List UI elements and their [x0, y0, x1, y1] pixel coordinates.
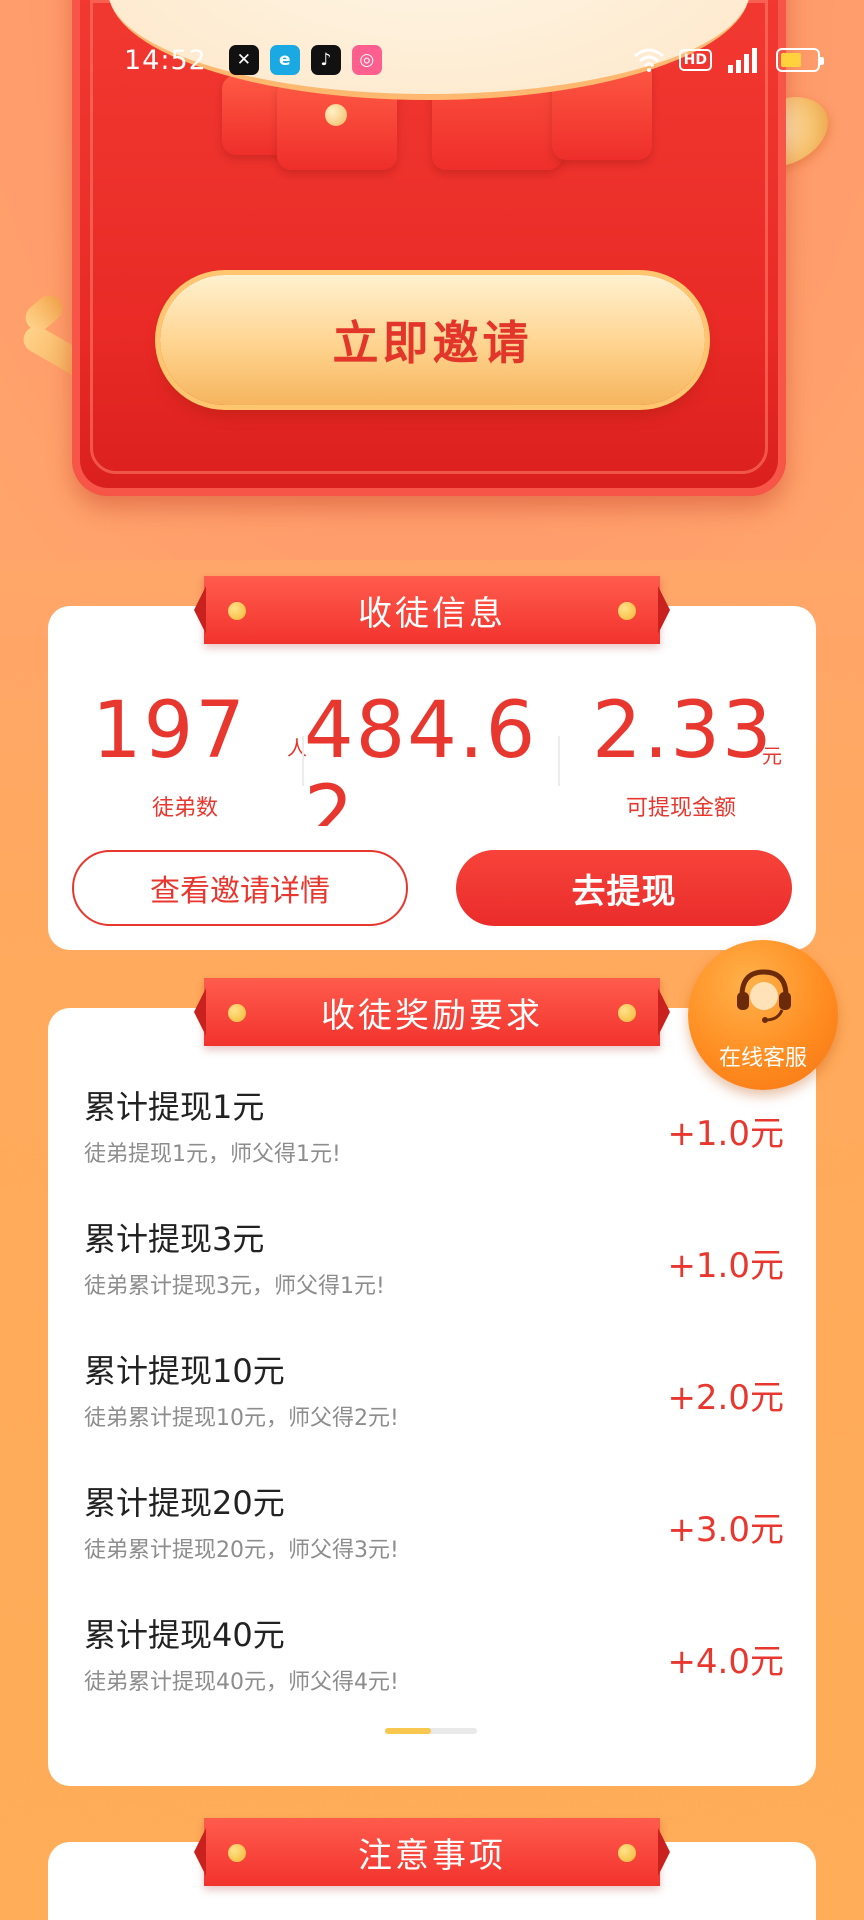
stats-row: 197 人 徒弟数 484.6 2 2.33 元 可提现金额 — [48, 686, 816, 826]
reward-desc: 徒弟提现1元，师父得1元! — [84, 1142, 341, 1167]
reward-amount: +4.0元 — [667, 1642, 784, 1682]
withdraw-button[interactable]: 去提现 — [456, 850, 792, 926]
wifi-icon — [633, 48, 664, 72]
reward-title: 累计提现40元 — [84, 1616, 285, 1654]
reward-amount: +1.0元 — [667, 1114, 784, 1154]
reward-title: 累计提现20元 — [84, 1484, 285, 1522]
withdrawable-label: 可提现金额 — [626, 796, 737, 821]
header-title: 收徒奖励要求 — [321, 995, 543, 1036]
list-item: 累计提现1元 徒弟提现1元，师父得1元! +1.0元 — [84, 1082, 784, 1202]
invite-now-button[interactable]: 立即邀请 — [160, 275, 705, 405]
view-invite-details-button[interactable]: 查看邀请详情 — [72, 850, 408, 926]
earnings-value: 484.6 — [304, 686, 534, 776]
apprentice-count: 197 — [92, 686, 247, 776]
header-title: 注意事项 — [358, 1835, 506, 1876]
rewards-header: 收徒奖励要求 — [194, 978, 670, 1046]
list-item: 累计提现40元 徒弟累计提现40元，师父得4元! +4.0元 — [84, 1610, 784, 1730]
rewards-card: 累计提现1元 徒弟提现1元，师父得1元! +1.0元 累计提现3元 徒弟累计提现… — [48, 1008, 816, 1786]
list-item: 累计提现20元 徒弟累计提现20元，师父得3元! +3.0元 — [84, 1478, 784, 1598]
reward-amount: +1.0元 — [667, 1246, 784, 1286]
apprentice-info-card: 197 人 徒弟数 484.6 2 2.33 元 可提现金额 查看邀请详情 去提… — [48, 606, 816, 950]
list-scroll-indicator[interactable] — [385, 1728, 477, 1734]
list-item: 累计提现10元 徒弟累计提现10元，师父得2元! +2.0元 — [84, 1346, 784, 1466]
reward-desc: 徒弟累计提现40元，师父得4元! — [84, 1670, 399, 1695]
douyin-icon: ◎ — [351, 45, 382, 75]
reward-amount: +3.0元 — [667, 1510, 784, 1550]
stat-withdrawable: 2.33 元 可提现金额 — [592, 686, 802, 826]
reward-amount: +2.0元 — [667, 1378, 784, 1418]
withdrawable-unit: 元 — [762, 744, 782, 768]
notice-header: 注意事项 — [194, 1818, 670, 1886]
list-item: 累计提现3元 徒弟累计提现3元，师父得1元! +1.0元 — [84, 1214, 784, 1334]
status-time: 14:52 — [124, 44, 207, 76]
withdrawable-amount: 2.33 — [592, 686, 774, 776]
capcut-icon: ✕ — [228, 45, 259, 75]
online-service-label: 在线客服 — [718, 1046, 807, 1071]
stat-apprentices: 197 人 徒弟数 — [92, 686, 307, 826]
reward-title: 累计提现1元 — [84, 1088, 265, 1126]
apprentice-info-header: 收徒信息 — [194, 576, 670, 644]
header-title: 收徒信息 — [358, 593, 506, 634]
tiktok-icon: ♪ — [310, 45, 341, 75]
scroll-indicator-thumb — [385, 1728, 431, 1734]
battery-icon — [776, 48, 824, 72]
earnings-value-overflow: 2 — [304, 770, 356, 826]
signal-icon — [728, 48, 757, 73]
apprentice-label: 徒弟数 — [152, 796, 219, 821]
hero-banner: 立即邀请 — [0, 0, 864, 560]
hd-icon: HD — [678, 49, 712, 71]
reward-desc: 徒弟累计提现20元，师父得3元! — [84, 1538, 399, 1563]
edge-icon: e — [269, 45, 300, 75]
headset-icon — [737, 969, 791, 1023]
reward-desc: 徒弟累计提现10元，师父得2元! — [84, 1406, 399, 1431]
stat-earnings: 484.6 2 — [304, 686, 534, 826]
online-service-button[interactable]: 在线客服 — [688, 940, 838, 1090]
reward-title: 累计提现3元 — [84, 1220, 265, 1258]
reward-desc: 徒弟累计提现3元，师父得1元! — [84, 1274, 385, 1299]
status-bar: 14:52 ✕ e ♪ ◎ HD — [0, 36, 864, 84]
reward-title: 累计提现10元 — [84, 1352, 285, 1390]
